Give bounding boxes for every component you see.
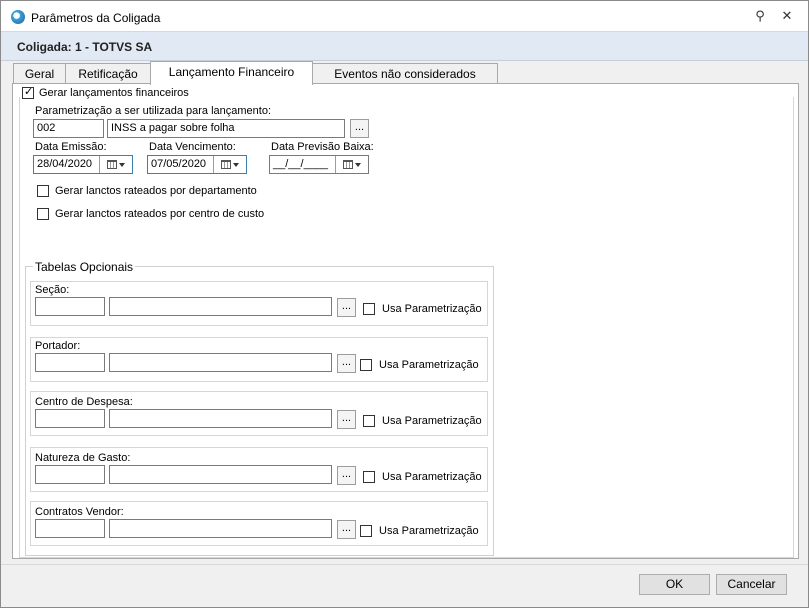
parametrizacao-lookup-button[interactable]: ... (350, 119, 369, 138)
data-emissao-calendar-button[interactable] (99, 156, 132, 173)
centro-despesa-lookup-button[interactable]: ... (337, 410, 356, 429)
data-previsao-calendar-button[interactable] (335, 156, 368, 173)
calendar-icon (221, 160, 231, 169)
parametrizacao-description-input[interactable]: INSS a pagar sobre folha (107, 119, 345, 138)
rateio-centro-custo-label: Gerar lanctos rateados por centro de cus… (55, 208, 265, 220)
cancel-button[interactable]: Cancelar (716, 574, 787, 595)
parametrizacao-code-input[interactable]: 002 (33, 119, 104, 138)
data-previsao-label: Data Previsão Baixa: (271, 141, 374, 153)
secao-code-input[interactable] (35, 297, 105, 316)
app-icon (11, 10, 25, 24)
dialog-window: Parâmetros da Coligada ⚲ ✕ Coligada: 1 -… (0, 0, 809, 608)
secao-description-input[interactable] (109, 297, 332, 316)
centro-despesa-usa-parametrizacao-label: Usa Parametrização (382, 415, 482, 427)
centro-despesa-code-input[interactable] (35, 409, 105, 428)
context-header: Coligada: 1 - TOTVS SA (1, 31, 808, 61)
natureza-gasto-usa-parametrizacao-checkbox[interactable] (363, 471, 375, 483)
portador-usa-parametrizacao-label: Usa Parametrização (379, 359, 479, 371)
centro-despesa-description-input[interactable] (109, 409, 332, 428)
calendar-icon (343, 160, 353, 169)
portador-code-input[interactable] (35, 353, 105, 372)
title-bar: Parâmetros da Coligada ⚲ ✕ (1, 1, 808, 31)
contratos-vendor-label: Contratos Vendor: (35, 506, 124, 518)
window-title: Parâmetros da Coligada (31, 11, 161, 25)
tab-eventos-nao-considerados[interactable]: Eventos não considerados (312, 63, 498, 84)
coligada-label: Coligada: 1 - TOTVS SA (17, 40, 153, 54)
data-vencimento-value: 07/05/2020 (151, 158, 207, 170)
contratos-vendor-lookup-button[interactable]: ... (337, 520, 356, 539)
data-vencimento-calendar-button[interactable] (213, 156, 246, 173)
data-previsao-input[interactable]: __/__/____ (269, 155, 369, 174)
natureza-gasto-description-input[interactable] (109, 465, 332, 484)
tab-geral[interactable]: Geral (13, 63, 66, 84)
contratos-vendor-code-input[interactable] (35, 519, 105, 538)
chevron-down-icon (355, 162, 361, 167)
help-icon[interactable]: ⚲ (753, 9, 767, 23)
natureza-gasto-usa-parametrizacao-label: Usa Parametrização (382, 471, 482, 483)
footer-divider (1, 564, 808, 565)
secao-label: Seção: (35, 284, 70, 296)
portador-description-input[interactable] (109, 353, 332, 372)
data-emissao-label: Data Emissão: (35, 141, 107, 153)
data-emissao-input[interactable]: 28/04/2020 (33, 155, 133, 174)
portador-lookup-button[interactable]: ... (337, 354, 356, 373)
tab-retificacao[interactable]: Retificação (65, 63, 151, 84)
close-icon[interactable]: ✕ (780, 9, 794, 23)
tabelas-opcionais-title: Tabelas Opcionais (33, 260, 136, 274)
tab-lancamento-financeiro[interactable]: Lançamento Financeiro (150, 61, 313, 85)
parametrizacao-label: Parametrização a ser utilizada para lanç… (35, 105, 272, 117)
data-emissao-value: 28/04/2020 (37, 158, 93, 170)
data-previsao-value: __/__/____ (273, 158, 329, 170)
centro-despesa-usa-parametrizacao-checkbox[interactable] (363, 415, 375, 427)
calendar-icon (107, 160, 117, 169)
data-vencimento-input[interactable]: 07/05/2020 (147, 155, 247, 174)
natureza-gasto-label: Natureza de Gasto: (35, 452, 131, 464)
contratos-vendor-usa-parametrizacao-checkbox[interactable] (360, 525, 372, 537)
rateio-departamento-checkbox[interactable] (37, 185, 49, 197)
centro-despesa-label: Centro de Despesa: (35, 396, 133, 408)
chevron-down-icon (119, 162, 125, 167)
contratos-vendor-description-input[interactable] (109, 519, 332, 538)
natureza-gasto-code-input[interactable] (35, 465, 105, 484)
portador-usa-parametrizacao-checkbox[interactable] (360, 359, 372, 371)
chevron-down-icon (233, 162, 239, 167)
rateio-departamento-label: Gerar lanctos rateados por departamento (55, 185, 257, 197)
rateio-centro-custo-checkbox[interactable] (37, 208, 49, 220)
secao-lookup-button[interactable]: ... (337, 298, 356, 317)
data-vencimento-label: Data Vencimento: (149, 141, 236, 153)
contratos-vendor-usa-parametrizacao-label: Usa Parametrização (379, 525, 479, 537)
portador-label: Portador: (35, 340, 81, 352)
secao-usa-parametrizacao-checkbox[interactable] (363, 303, 375, 315)
natureza-gasto-lookup-button[interactable]: ... (337, 466, 356, 485)
secao-usa-parametrizacao-label: Usa Parametrização (382, 303, 482, 315)
ok-button[interactable]: OK (639, 574, 710, 595)
